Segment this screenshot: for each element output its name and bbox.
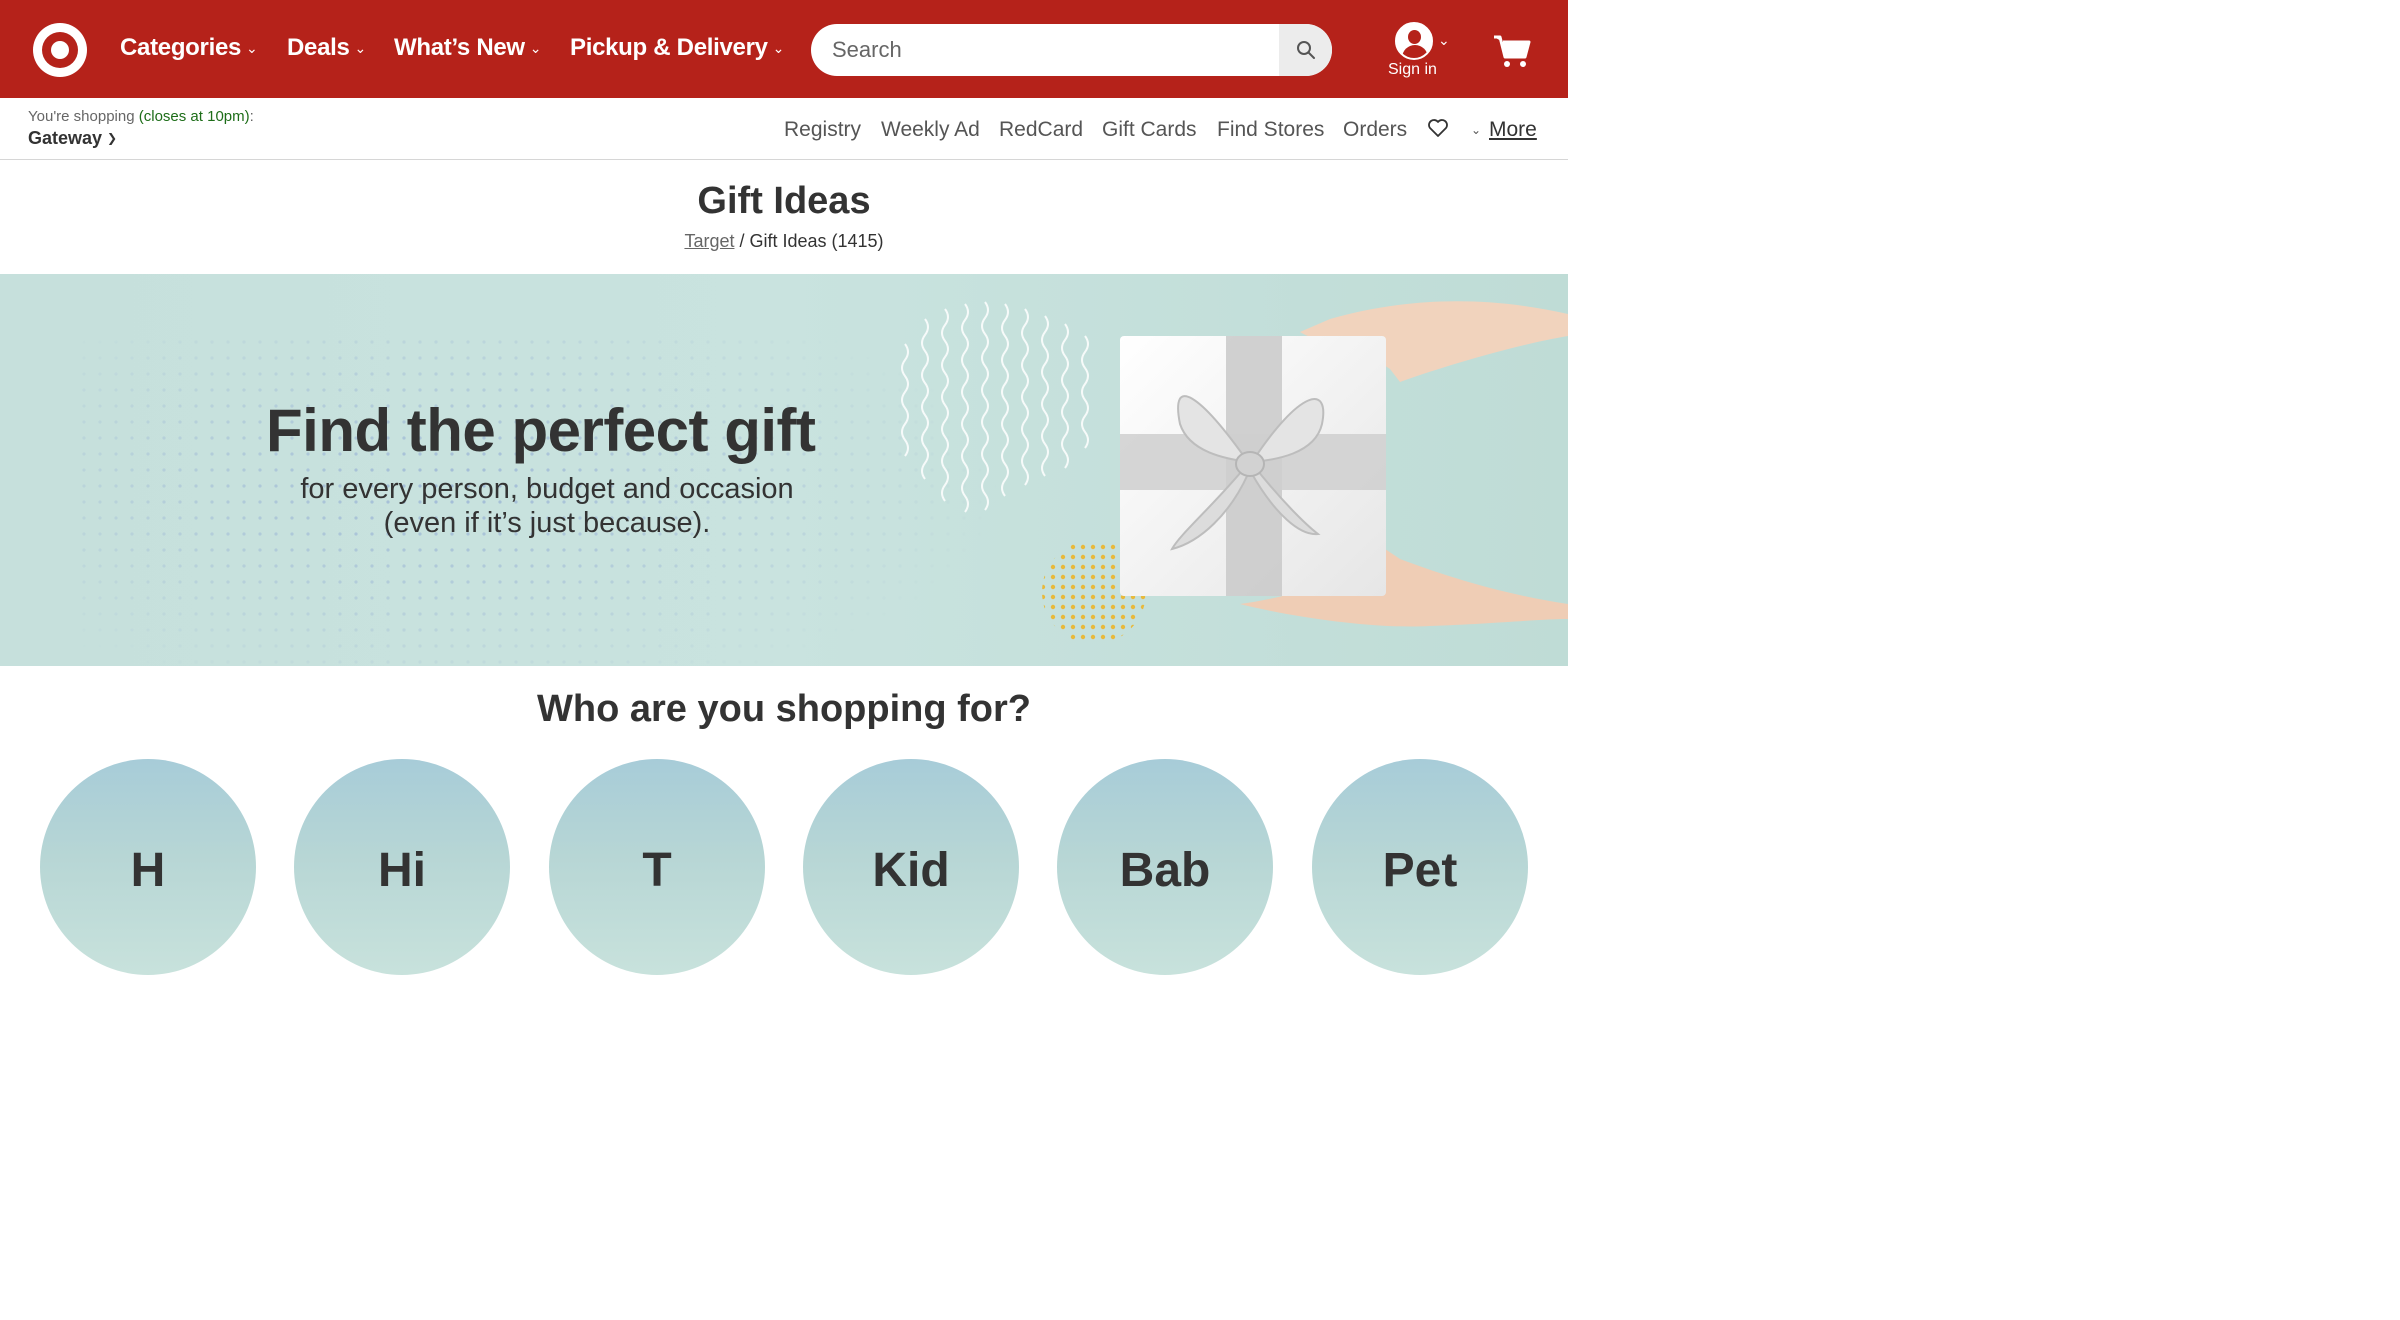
- recipient-label: Bab: [1119, 844, 1211, 897]
- link-find-stores[interactable]: Find Stores: [1217, 118, 1324, 142]
- breadcrumb: Target / Gift Ideas (1415): [0, 231, 1568, 252]
- secondary-bar: You're shopping (closes at 10pm): Gatewa…: [0, 98, 1568, 160]
- store-closing-time: (closes at 10pm): [138, 108, 250, 125]
- chevron-down-icon: ⌄: [1471, 123, 1482, 137]
- chevron-down-icon: ❯: [107, 131, 118, 145]
- recipient-label: T: [642, 844, 672, 897]
- nav-whats-new[interactable]: What’s New ⌄: [394, 34, 542, 66]
- nav-categories-label: Categories: [120, 34, 242, 61]
- chevron-down-icon: ⌄: [1438, 32, 1450, 48]
- hero-sub-line-1: for every person, budget and occasion: [300, 473, 794, 505]
- user-icon: [1395, 22, 1433, 60]
- link-more[interactable]: More: [1489, 118, 1537, 142]
- recipient-label: H: [130, 844, 166, 897]
- chevron-down-icon: ⌄: [529, 40, 542, 56]
- link-orders[interactable]: Orders: [1343, 118, 1407, 142]
- nav-pickup-delivery-label: Pickup & Delivery: [570, 34, 768, 61]
- nav-deals-label: Deals: [287, 34, 350, 61]
- cart-icon[interactable]: [1492, 33, 1532, 69]
- link-registry[interactable]: Registry: [784, 118, 861, 142]
- recipient-label: Hi: [378, 844, 426, 897]
- account-sign-in[interactable]: ⌄ Sign in: [1384, 20, 1456, 82]
- search-button[interactable]: [1279, 24, 1332, 76]
- breadcrumb-separator: /: [734, 231, 750, 251]
- recipient-label: Pet: [1382, 844, 1458, 897]
- store-status-colon: :: [249, 108, 254, 125]
- link-gift-cards[interactable]: Gift Cards: [1102, 118, 1197, 142]
- nav-whats-new-label: What’s New: [394, 34, 525, 61]
- chevron-down-icon: ⌄: [354, 40, 367, 56]
- logo-dot: [51, 41, 69, 59]
- search-bar: [811, 24, 1332, 76]
- target-logo[interactable]: [33, 23, 87, 77]
- recipient-circle-4[interactable]: Kid: [803, 759, 1019, 975]
- hero-subheadline: for every person, budget and occasion (e…: [252, 472, 842, 540]
- nav-categories[interactable]: Categories ⌄: [120, 34, 258, 66]
- breadcrumb-home-link[interactable]: Target: [684, 231, 734, 251]
- recipient-circle-1[interactable]: H: [40, 759, 256, 975]
- search-icon: [1296, 41, 1315, 59]
- heart-icon[interactable]: [1427, 117, 1449, 139]
- chevron-down-icon: ⌄: [772, 40, 785, 56]
- sign-in-label: Sign in: [1388, 61, 1437, 78]
- shopping-prefix: You're shopping: [28, 108, 135, 125]
- recipient-circle-5[interactable]: Bab: [1057, 759, 1273, 975]
- nav-pickup-delivery[interactable]: Pickup & Delivery ⌄: [570, 34, 784, 66]
- nav-deals[interactable]: Deals ⌄: [287, 34, 366, 66]
- link-weekly-ad[interactable]: Weekly Ad: [881, 118, 980, 142]
- store-name: Gateway: [28, 128, 103, 148]
- hero-banner[interactable]: Find the perfect gift for every person, …: [0, 274, 1568, 666]
- hero-headline: Find the perfect gift: [266, 397, 816, 464]
- recipient-circle-6[interactable]: Pet: [1312, 759, 1528, 975]
- page-title: Gift Ideas: [697, 180, 871, 222]
- section-title: Who are you shopping for?: [537, 688, 1031, 730]
- store-selector[interactable]: Gateway ❯: [28, 128, 117, 149]
- store-status: You're shopping (closes at 10pm):: [28, 108, 254, 125]
- recipient-circle-2[interactable]: Hi: [294, 759, 510, 975]
- recipient-circle-3[interactable]: T: [549, 759, 765, 975]
- hero-decoration: [80, 301, 1568, 666]
- link-redcard[interactable]: RedCard: [999, 118, 1083, 142]
- recipient-label: Kid: [872, 844, 950, 897]
- hero-sub-line-2: (even if it’s just because).: [383, 507, 711, 539]
- top-navigation-bar: Categories ⌄ Deals ⌄ What’s New ⌄ Pickup & …: [0, 0, 1568, 98]
- search-input[interactable]: [811, 24, 1279, 76]
- chevron-down-icon: ⌄: [246, 40, 258, 56]
- breadcrumb-current: Gift Ideas (1415): [749, 231, 884, 251]
